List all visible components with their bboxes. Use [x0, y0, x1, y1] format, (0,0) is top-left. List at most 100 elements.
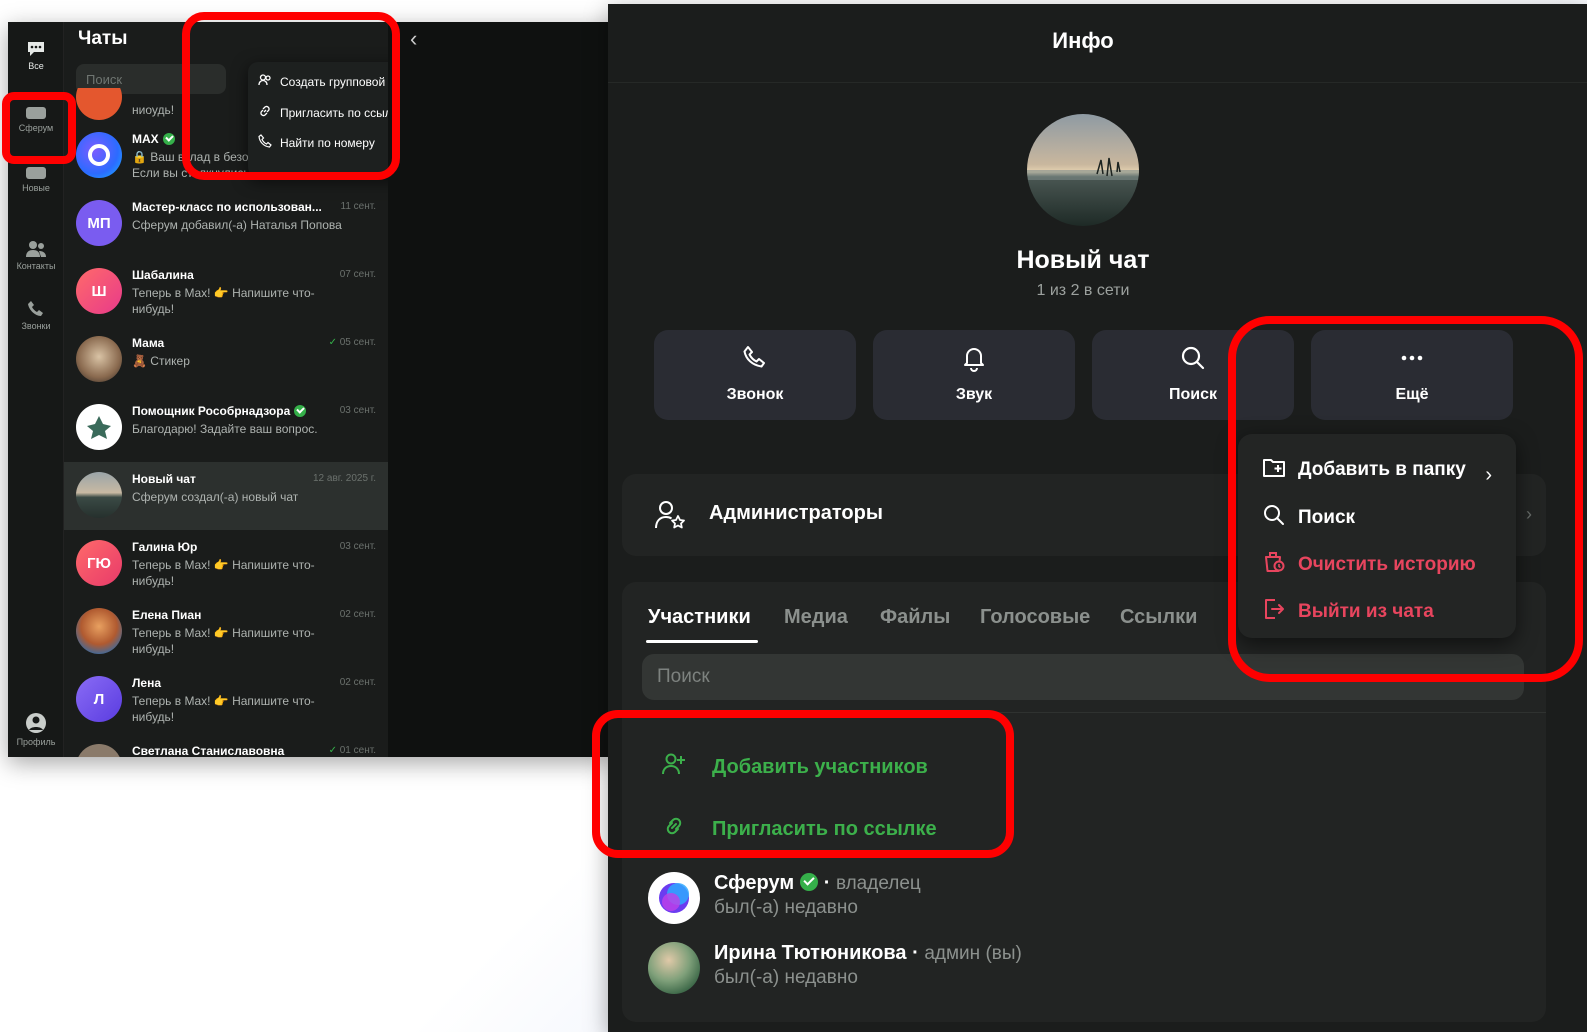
chat-name: Помощник Рособрнадзора [132, 404, 307, 418]
divider [642, 712, 1546, 713]
folder-icon [8, 166, 64, 180]
chat-preview: 🧸 Стикер [132, 354, 190, 368]
invite-link-button[interactable]: Пригласить по ссылке [662, 814, 937, 844]
chevron-left-icon[interactable]: ‹ [410, 26, 417, 52]
invite-link-label: Пригласить по ссылке [712, 817, 937, 840]
profile-icon [8, 712, 64, 734]
members-section: Участники Медиа Файлы Голосовые Ссылки П… [622, 582, 1546, 1022]
chat-preview: Благодарю! Задайте ваш вопрос. [132, 422, 318, 436]
avatar: Л [76, 676, 122, 722]
list-item[interactable]: Л Лена 02 сент. Теперь в Max! 👉 Напишите… [64, 666, 388, 734]
menu-item-find-by-number[interactable]: Найти по номеру [258, 134, 375, 151]
add-members-button[interactable]: Добавить участников [662, 752, 928, 782]
list-item[interactable]: Ш Шабалина 07 сент. Теперь в Max! 👉 Напи… [64, 258, 388, 326]
divider [608, 82, 1587, 83]
member-row[interactable]: Ирина Тютюникова · админ (вы) был(-а) не… [648, 942, 1348, 998]
avatar: МП [76, 200, 122, 246]
tab-voice[interactable]: Голосовые [980, 606, 1090, 629]
read-check-icon: ✓ [328, 337, 340, 348]
link-icon [662, 814, 686, 844]
rail-item-contacts[interactable]: Контакты [8, 240, 64, 271]
chat-name: Елена Пиан [132, 608, 202, 622]
call-button[interactable]: Звонок [654, 330, 856, 420]
verified-icon [162, 133, 175, 145]
tab-links[interactable]: Ссылки [1120, 606, 1197, 629]
chat-date: ✓ 01 сент. [328, 745, 376, 756]
avatar: Ш [76, 268, 122, 314]
search-icon [1262, 503, 1286, 533]
rail-item-all[interactable]: Все [8, 40, 64, 71]
list-item[interactable]: Мама ✓ 05 сент. 🧸 Стикер [64, 326, 388, 394]
admins-label: Администраторы [709, 502, 883, 524]
verified-icon [294, 405, 307, 417]
menu-item-clear-history[interactable]: Очистить историю [1262, 550, 1476, 580]
menu-item-add-to-folder[interactable]: Добавить в папку [1262, 456, 1466, 484]
phone-icon [654, 344, 856, 372]
folder-add-icon [1262, 456, 1286, 484]
chat-date: 03 сент. [339, 541, 376, 552]
menu-item-label: Выйти из чата [1298, 601, 1434, 622]
chat-name: Шабалина [132, 268, 194, 282]
phone-icon [258, 134, 272, 151]
page-title: Инфо [1052, 28, 1114, 53]
verified-icon [800, 873, 819, 891]
menu-item-leave-chat[interactable]: Выйти из чата [1262, 597, 1434, 627]
rail-label: Новые [22, 183, 50, 193]
menu-item-search[interactable]: Поиск [1262, 503, 1355, 533]
chevron-right-icon: › [1526, 504, 1532, 524]
list-item[interactable]: Елена Пиан 02 сент. Теперь в Max! 👉 Напи… [64, 598, 388, 666]
member-row[interactable]: Сферум · владелец был(-а) недавно [648, 872, 1348, 928]
chat-name: Новый чат [132, 472, 196, 486]
menu-item-label: Добавить в папку [1298, 459, 1466, 480]
page-title: Чаты [78, 28, 128, 49]
phone-icon [8, 300, 64, 318]
chat-date: 11 сент. [340, 201, 377, 212]
rail-item-calls[interactable]: Звонки [8, 300, 64, 331]
avatar: ГЮ [76, 540, 122, 586]
more-button[interactable]: Ещё [1311, 330, 1513, 420]
chat-date: 02 сент. [339, 609, 376, 620]
rail-item-profile[interactable]: Профиль [8, 712, 64, 747]
tab-members[interactable]: Участники [648, 606, 751, 629]
tab-files[interactable]: Файлы [880, 606, 950, 629]
tab-indicator [646, 640, 758, 643]
rail-item-new[interactable]: Новые [8, 166, 64, 193]
chat-preview: Теперь в Max! 👉 Напишите что-нибудь! [132, 626, 315, 656]
avatar [76, 132, 122, 178]
rail-label: Звонки [21, 321, 51, 331]
chat-preview: Сферум добавил(-а) Наталья Попова [132, 218, 342, 232]
menu-item-label: Очистить историю [1298, 554, 1476, 575]
chat-info-window: Инфо Новый чат 1 из 2 в сети Звонок Звук… [608, 4, 1587, 1032]
avatar [76, 336, 122, 382]
members-search-input[interactable]: Поиск [642, 654, 1524, 700]
empty-chat-area: ‹ [388, 22, 612, 757]
menu-item-label: Найти по номеру [280, 135, 375, 150]
avatar [648, 872, 700, 924]
menu-item-create-group[interactable]: Создать групповой чат [258, 74, 407, 89]
exit-icon [1262, 597, 1286, 627]
chat-name: MAX [132, 132, 175, 146]
list-item[interactable]: ГЮ Галина Юр 03 сент. Теперь в Max! 👉 На… [64, 530, 388, 598]
search-button[interactable]: Поиск [1092, 330, 1294, 420]
chat-name: Галина Юр [132, 540, 198, 554]
read-check-icon: ✓ [328, 745, 340, 756]
chat-date: 07 сент. [339, 269, 376, 280]
clear-history-icon [1262, 550, 1286, 580]
link-icon [258, 104, 272, 121]
folder-icon [8, 106, 64, 120]
rail-item-sferum[interactable]: Сферум [8, 106, 64, 133]
list-item[interactable]: МП Мастер-класс по использован... 11 сен… [64, 190, 388, 258]
group-icon [258, 74, 272, 89]
more-icon [1311, 344, 1513, 372]
nav-rail: Все Сферум Новые Контакты Звонки Профиль [8, 22, 64, 757]
add-members-label: Добавить участников [712, 755, 928, 778]
list-item[interactable]: Светлана Станиславовна ✓ 01 сент. [64, 734, 388, 757]
list-item[interactable]: Новый чат 12 авг. 2025 г. Сферум создал(… [64, 462, 388, 530]
chat-name: Светлана Станиславовна [132, 744, 285, 757]
contacts-icon [8, 240, 64, 258]
sound-button[interactable]: Звук [873, 330, 1075, 420]
rail-label: Профиль [16, 737, 56, 747]
list-item[interactable]: Помощник Рособрнадзора 03 сент. Благодар… [64, 394, 388, 462]
menu-item-invite-link[interactable]: Пригласить по ссылке [258, 104, 404, 121]
tab-media[interactable]: Медиа [784, 606, 848, 629]
